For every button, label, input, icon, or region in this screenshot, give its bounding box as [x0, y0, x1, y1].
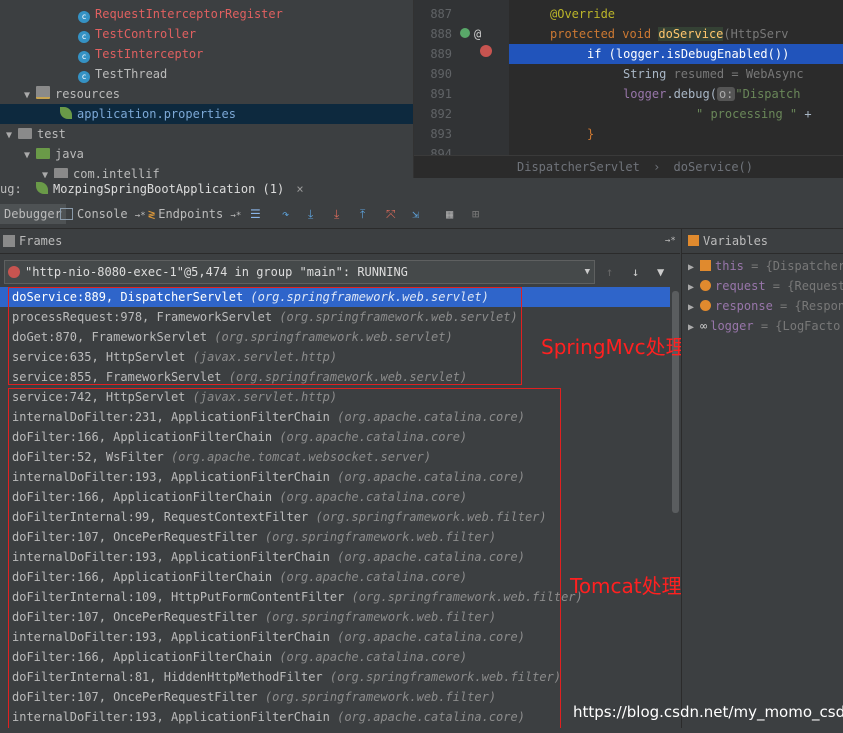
- line-number: 887: [430, 7, 452, 21]
- chevron-down-icon[interactable]: ▼: [585, 261, 590, 283]
- folder-icon: [36, 148, 50, 159]
- trace-icon[interactable]: ⊞: [472, 204, 479, 224]
- endpoints-icon: ≷: [148, 207, 156, 221]
- expand-arrow-icon[interactable]: ▶: [688, 258, 700, 278]
- show-execution-point-icon[interactable]: ☰: [250, 204, 261, 224]
- thread-selector-row: "http-nio-8080-exec-1"@5,474 in group "m…: [0, 259, 680, 285]
- tab-debugger[interactable]: Debugger: [0, 204, 66, 224]
- class-icon: c: [78, 31, 90, 43]
- tree-item-resources[interactable]: ▼ resources: [0, 84, 413, 104]
- frames-title: Frames: [19, 234, 63, 248]
- tree-item[interactable]: c RequestInterceptorRegister: [0, 4, 413, 24]
- tomcat-annotation-box: [8, 388, 561, 730]
- watermark: https://blog.csdn.net/my_momo_csdn: [573, 703, 843, 721]
- expand-arrow-icon[interactable]: ▼: [24, 86, 36, 106]
- spring-boot-icon: [36, 182, 48, 194]
- run-config-tab[interactable]: MozpingSpringBootApplication (1) ×: [36, 178, 304, 200]
- line-number: 890: [430, 67, 452, 81]
- parameter-icon: [700, 300, 711, 311]
- package-icon: [54, 168, 68, 178]
- variables-icon: [688, 235, 699, 246]
- project-tree: c RequestInterceptorRegister c TestControl…: [0, 0, 413, 178]
- class-icon: c: [78, 71, 90, 83]
- tree-item[interactable]: c TestController: [0, 24, 413, 44]
- tab-console[interactable]: Console →*: [60, 204, 146, 224]
- breadcrumb: DispatcherServlet › doService(): [414, 155, 843, 178]
- tomcat-annotation-label: Tomcat处理: [570, 574, 682, 598]
- thread-suspended-icon: [8, 266, 20, 278]
- at-marker-icon[interactable]: @: [474, 24, 481, 44]
- drop-frame-icon[interactable]: ⤧: [386, 204, 396, 224]
- run-to-cursor-icon[interactable]: ⇲: [412, 204, 419, 224]
- line-number: 889: [430, 47, 452, 61]
- step-over-icon[interactable]: ↷: [282, 204, 289, 224]
- line-number: 892: [430, 107, 452, 121]
- line-number: 891: [430, 87, 452, 101]
- class-icon: c: [78, 11, 90, 23]
- variable-row[interactable]: ▶ response = {Respon: [688, 296, 843, 316]
- debug-tab-bar: ug: MozpingSpringBootApplication (1) ×: [0, 178, 843, 201]
- parameter-icon: [700, 280, 711, 291]
- override-marker-icon[interactable]: [460, 28, 470, 38]
- breadcrumb-method[interactable]: doService(): [674, 160, 753, 174]
- line-number: 888: [430, 27, 452, 41]
- tree-item[interactable]: c TestThread: [0, 64, 413, 84]
- properties-file-icon: [60, 107, 72, 119]
- tree-item-java[interactable]: ▼ java: [0, 144, 413, 164]
- tool-window-title: ug:: [0, 182, 22, 196]
- folder-icon: [18, 128, 32, 139]
- field-icon: [700, 260, 711, 271]
- expand-arrow-icon[interactable]: ▼: [24, 146, 36, 166]
- step-into-icon[interactable]: ⤓: [308, 204, 313, 224]
- debugger-toolbar: Debugger Console →* ≷ Endpoints →* ☰ ↷ ⤓ …: [0, 200, 843, 229]
- expand-arrow-icon[interactable]: ▶: [688, 318, 700, 338]
- frames-icon: [3, 235, 15, 247]
- console-icon: [60, 208, 73, 220]
- line-number: 893: [430, 127, 452, 141]
- scrollbar-thumb[interactable]: [672, 291, 679, 513]
- variable-row[interactable]: ▶ request = {Request: [688, 276, 843, 296]
- breakpoint-icon[interactable]: [480, 45, 492, 57]
- pin-icon[interactable]: →*: [665, 229, 676, 253]
- class-icon: c: [78, 51, 90, 63]
- tab-endpoints[interactable]: ≷ Endpoints →*: [148, 204, 241, 224]
- variables-panel: Variables ▶ this = {Dispatcher ▶ request =…: [681, 229, 843, 733]
- step-out-icon[interactable]: ⤒: [360, 204, 365, 224]
- frames-header: Frames →*: [0, 229, 680, 254]
- variable-row[interactable]: ▶ this = {Dispatcher: [688, 256, 843, 276]
- variables-header: Variables: [682, 229, 843, 254]
- status-bar: [0, 728, 843, 733]
- springmvc-annotation-box: [8, 287, 522, 385]
- expand-arrow-icon[interactable]: ▼: [42, 166, 54, 178]
- code-editor[interactable]: 887 888 889 890 891 892 893 894 @ @Overr…: [413, 0, 843, 178]
- variable-row[interactable]: ▶ ∞ logger = {LogFacto: [688, 316, 840, 336]
- thread-dropdown[interactable]: "http-nio-8080-exec-1"@5,474 in group "m…: [4, 260, 595, 284]
- tree-item-package[interactable]: ▼ com.intellif: [0, 164, 413, 178]
- expand-arrow-icon[interactable]: ▼: [6, 126, 18, 146]
- expand-arrow-icon[interactable]: ▶: [688, 278, 700, 298]
- springmvc-annotation-label: SpringMvc处理: [541, 335, 686, 359]
- expand-arrow-icon[interactable]: ▶: [688, 298, 700, 318]
- tree-item-selected[interactable]: application.properties: [0, 104, 413, 124]
- close-tab-icon[interactable]: ×: [296, 182, 303, 196]
- evaluate-expression-icon[interactable]: ▦: [446, 204, 453, 224]
- next-frame-icon[interactable]: ↓: [632, 261, 639, 283]
- tree-item-test[interactable]: ▼ test: [0, 124, 413, 144]
- folder-icon: [36, 86, 50, 99]
- breadcrumb-class[interactable]: DispatcherServlet: [517, 160, 640, 174]
- filter-icon[interactable]: ▼: [657, 261, 664, 283]
- force-step-into-icon[interactable]: ⤓: [334, 204, 339, 224]
- previous-frame-icon[interactable]: ↑: [606, 261, 613, 283]
- tree-item[interactable]: c TestInterceptor: [0, 44, 413, 64]
- watch-glasses-icon: ∞: [700, 319, 708, 333]
